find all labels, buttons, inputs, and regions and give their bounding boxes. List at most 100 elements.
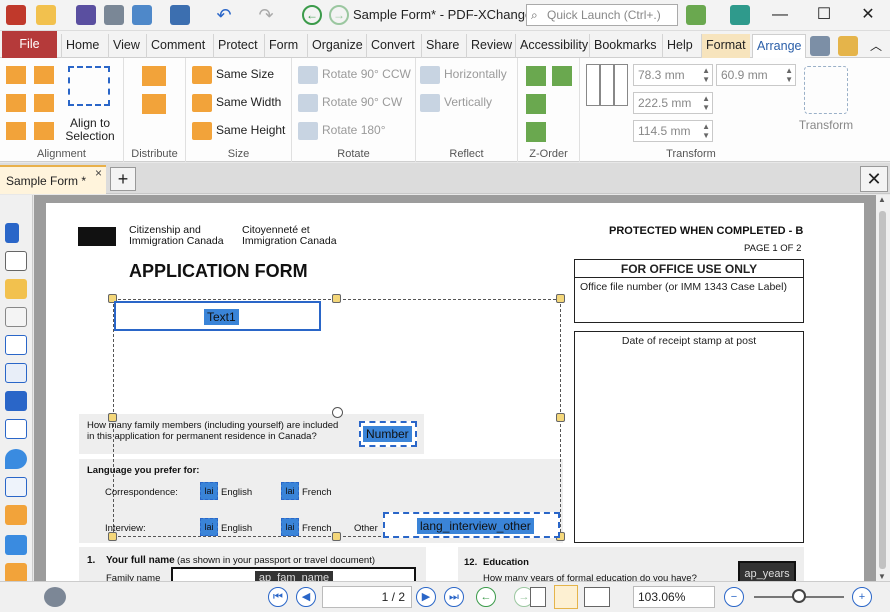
align-left-icon[interactable] xyxy=(6,66,26,84)
close-document-button[interactable]: ✕ xyxy=(860,166,888,192)
scroll-up-icon[interactable]: ▲ xyxy=(878,195,886,204)
back-icon[interactable]: ← xyxy=(302,5,322,25)
undo-icon[interactable]: ↶ xyxy=(214,5,234,25)
tab-file[interactable]: File xyxy=(2,31,57,58)
first-page-button[interactable]: ⏮ xyxy=(268,587,288,607)
tags-icon[interactable] xyxy=(5,535,27,555)
zoom-out-button[interactable]: − xyxy=(724,587,744,607)
tab-view[interactable]: View xyxy=(108,34,144,58)
send-to-back-icon[interactable] xyxy=(526,122,546,142)
same-width-button[interactable]: Same Width xyxy=(192,94,281,112)
tab-share[interactable]: Share xyxy=(421,34,463,58)
years-education-field[interactable]: ap_years xyxy=(738,561,796,581)
interview-other-field[interactable]: lang_interview_other xyxy=(383,512,560,538)
pdf-page[interactable]: Citizenship and Immigration Canada Citoy… xyxy=(46,203,864,581)
interview-english-checkbox[interactable]: lai xyxy=(200,518,218,536)
height-field[interactable]: 114.5 mm ▲ ▼ xyxy=(633,120,713,142)
y-position-field[interactable]: 60.9 mm ▲ ▼ xyxy=(716,64,796,86)
comments-icon[interactable] xyxy=(5,279,27,299)
last-page-button[interactable]: ⏭ xyxy=(444,587,464,607)
rotation-handle-icon[interactable] xyxy=(332,407,343,418)
maximize-button[interactable]: ☐ xyxy=(802,0,846,30)
collapse-ribbon-icon[interactable]: ︿ xyxy=(870,37,882,54)
fullscreen-icon[interactable] xyxy=(730,5,750,25)
find-icon[interactable] xyxy=(838,36,858,56)
family-name-field[interactable]: ap_fam_name xyxy=(171,567,416,581)
bookmarks-icon[interactable] xyxy=(5,223,19,243)
zoom-slider-thumb[interactable] xyxy=(792,589,806,603)
previous-page-button[interactable]: ◀ xyxy=(296,587,316,607)
align-right-icon[interactable] xyxy=(34,66,54,84)
continuous-view-icon[interactable] xyxy=(554,585,578,609)
same-height-button[interactable]: Same Height xyxy=(192,122,285,140)
text1-field[interactable]: Text1 xyxy=(114,301,321,331)
destinations-icon[interactable] xyxy=(5,449,27,469)
transform-button[interactable]: Transform xyxy=(794,118,858,132)
toolbar-options-icon[interactable] xyxy=(810,36,830,56)
rotate-180-button[interactable]: Rotate 180° xyxy=(298,122,386,140)
vertical-scrollbar[interactable]: ▲ ▼ xyxy=(876,195,890,581)
selection-rectangle[interactable] xyxy=(113,299,561,537)
reflect-vertical-button[interactable]: Vertically xyxy=(420,94,492,112)
correspondence-english-checkbox[interactable]: lai xyxy=(200,482,218,500)
forward-icon[interactable]: → xyxy=(329,5,349,25)
y-spinner-icon[interactable]: ▲ ▼ xyxy=(785,66,793,84)
tab-help[interactable]: Help xyxy=(662,34,697,58)
tab-form[interactable]: Form xyxy=(264,34,302,58)
align-top-icon[interactable] xyxy=(6,122,26,140)
height-spinner-icon[interactable]: ▲ ▼ xyxy=(702,122,710,140)
width-field[interactable]: 222.5 mm ▲ ▼ xyxy=(633,92,713,114)
options-gear-icon[interactable] xyxy=(44,587,66,607)
align-center-h-icon[interactable] xyxy=(6,94,26,112)
number-field[interactable]: Number xyxy=(359,421,417,447)
align-center-v-icon[interactable] xyxy=(34,94,54,112)
tab-convert[interactable]: Convert xyxy=(366,34,419,58)
close-tab-icon[interactable]: × xyxy=(95,166,102,180)
zoom-level-input[interactable]: 103.06% xyxy=(633,586,715,608)
page-number-input[interactable]: 1 / 2 xyxy=(322,586,412,608)
single-page-view-icon[interactable] xyxy=(530,587,546,607)
tab-protect[interactable]: Protect xyxy=(213,34,262,58)
bring-to-front-icon[interactable] xyxy=(526,66,546,86)
tab-accessibility[interactable]: Accessibility xyxy=(515,34,592,58)
scrollbar-thumb[interactable] xyxy=(879,211,886,569)
scan-icon[interactable] xyxy=(170,5,190,25)
resize-handle-tc[interactable] xyxy=(332,294,341,303)
signatures-icon[interactable] xyxy=(5,363,27,383)
thumbnails-icon[interactable] xyxy=(5,251,27,271)
align-bottom-icon[interactable] xyxy=(34,122,54,140)
new-tab-button[interactable]: + xyxy=(110,167,136,191)
next-page-button[interactable]: ▶ xyxy=(416,587,436,607)
reference-point-grid-icon[interactable] xyxy=(586,64,628,106)
resize-handle-mr[interactable] xyxy=(556,413,565,422)
reflect-horizontal-button[interactable]: Horizontally xyxy=(420,66,507,84)
rotate-ccw-button[interactable]: Rotate 90° CCW xyxy=(298,66,411,84)
distribute-horizontal-icon[interactable] xyxy=(142,66,166,86)
open-folder-icon[interactable] xyxy=(36,5,56,25)
quick-launch-input[interactable]: ⌕ Quick Launch (Ctrl+.) xyxy=(526,4,678,26)
previous-view-button[interactable]: ← xyxy=(476,587,496,607)
resize-handle-tr[interactable] xyxy=(556,294,565,303)
bring-forward-icon[interactable] xyxy=(552,66,572,86)
tab-organize[interactable]: Organize xyxy=(307,34,367,58)
x-position-field[interactable]: 78.3 mm ▲ ▼ xyxy=(633,64,713,86)
tab-home[interactable]: Home xyxy=(61,34,103,58)
same-size-button[interactable]: Same Size xyxy=(192,66,274,84)
order-icon[interactable] xyxy=(5,563,27,583)
distribute-vertical-icon[interactable] xyxy=(142,94,166,114)
print-icon[interactable] xyxy=(104,5,124,25)
articles-icon[interactable] xyxy=(5,335,27,355)
facing-view-icon[interactable] xyxy=(584,587,610,607)
correspondence-french-checkbox[interactable]: lai xyxy=(281,482,299,500)
tab-comment[interactable]: Comment xyxy=(146,34,209,58)
email-icon[interactable] xyxy=(132,5,152,25)
layers-icon[interactable] xyxy=(5,391,27,411)
interview-french-checkbox[interactable]: lai xyxy=(281,518,299,536)
tab-review[interactable]: Review xyxy=(466,34,516,58)
redo-icon[interactable]: ↷ xyxy=(256,5,276,25)
scroll-down-icon[interactable]: ▼ xyxy=(878,572,886,581)
minimize-button[interactable]: — xyxy=(758,0,802,30)
align-to-selection-button[interactable]: Align to Selection xyxy=(58,117,122,143)
close-window-button[interactable]: ✕ xyxy=(846,0,890,30)
width-spinner-icon[interactable]: ▲ ▼ xyxy=(702,94,710,112)
